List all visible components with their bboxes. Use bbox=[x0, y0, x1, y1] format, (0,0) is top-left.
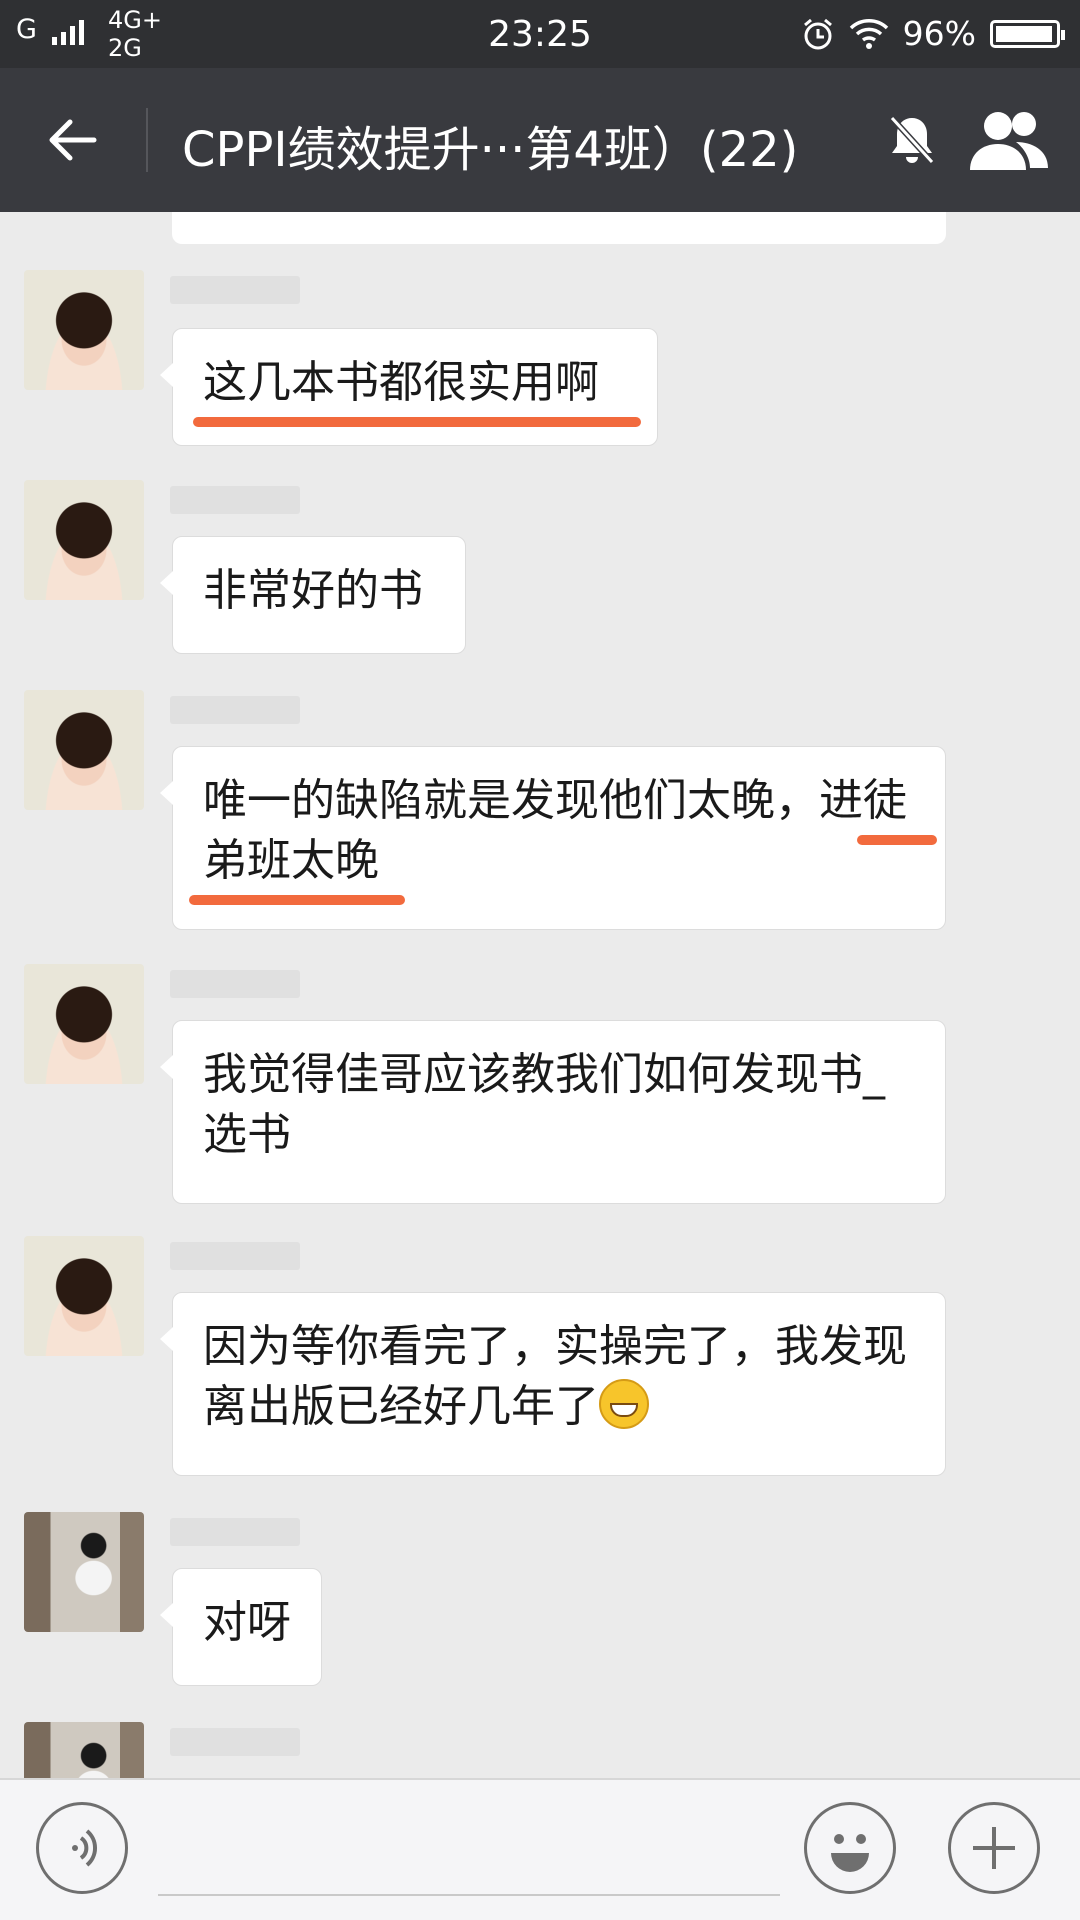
message-text: 对呀 bbox=[203, 1597, 291, 1648]
back-arrow-icon[interactable] bbox=[44, 112, 100, 168]
grinning-face-icon bbox=[599, 1379, 649, 1429]
plus-icon bbox=[973, 1827, 1015, 1869]
battery-percent: 96% bbox=[902, 14, 976, 53]
status-bar: G 4G+ 2G 23:25 96% bbox=[0, 0, 1080, 68]
message-input[interactable] bbox=[158, 1894, 780, 1896]
avatar[interactable] bbox=[24, 964, 144, 1084]
chat-header: CPPI绩效提升···第4班）(22) bbox=[0, 68, 1080, 212]
sender-name-blurred bbox=[170, 1728, 300, 1756]
voice-button[interactable] bbox=[36, 1802, 128, 1894]
annotation-underline bbox=[857, 835, 937, 845]
message-text: 这几本书都很实用啊 bbox=[203, 357, 599, 408]
avatar[interactable] bbox=[24, 1236, 144, 1356]
avatar[interactable] bbox=[24, 690, 144, 810]
mute-bell-icon[interactable] bbox=[880, 108, 944, 172]
avatar[interactable] bbox=[24, 1722, 144, 1778]
message-bubble[interactable]: 非常好的书 bbox=[160, 536, 466, 654]
sender-name-blurred bbox=[170, 1518, 300, 1546]
sender-name-blurred bbox=[170, 486, 300, 514]
message-text: 唯一的缺陷就是发现他们太晚，进徒弟班太晚 bbox=[203, 775, 907, 886]
message-bubble[interactable]: 这几本书都很实用啊 bbox=[160, 328, 658, 446]
header-divider bbox=[146, 108, 148, 172]
annotation-underline bbox=[193, 417, 641, 427]
message-bubble[interactable]: 我觉得佳哥应该教我们如何发现书_选书 bbox=[160, 1020, 946, 1204]
avatar[interactable] bbox=[24, 270, 144, 390]
wifi-icon bbox=[849, 18, 888, 49]
sender-name-blurred bbox=[170, 970, 300, 998]
message-text: 非常好的书 bbox=[203, 565, 423, 616]
chat-title: CPPI绩效提升···第4班）(22) bbox=[182, 122, 799, 178]
avatar[interactable] bbox=[24, 480, 144, 600]
sender-name-blurred bbox=[170, 696, 300, 724]
previous-message-bubble[interactable] bbox=[172, 212, 946, 244]
message-bubble[interactable]: 唯一的缺陷就是发现他们太晚，进徒弟班太晚 bbox=[160, 746, 946, 930]
alarm-icon bbox=[803, 18, 832, 49]
sender-name-blurred bbox=[170, 276, 300, 304]
battery-icon bbox=[990, 19, 1065, 48]
message-text: 我觉得佳哥应该教我们如何发现书_选书 bbox=[203, 1049, 885, 1160]
group-members-icon[interactable] bbox=[964, 106, 1054, 174]
message-list[interactable]: 这几本书都很实用啊 非常好的书 唯一的缺陷就是发现他们太晚，进徒弟班太晚 我觉得… bbox=[0, 212, 1080, 1778]
emoji-button[interactable] bbox=[804, 1802, 896, 1894]
annotation-underline bbox=[189, 895, 405, 905]
message-bubble[interactable]: 因为等你看完了，实操完了，我发现离出版已经好几年了 bbox=[160, 1292, 946, 1476]
status-right: 96% bbox=[801, 14, 1065, 53]
input-bar bbox=[0, 1778, 1080, 1920]
message-bubble[interactable]: 对呀 bbox=[160, 1568, 322, 1686]
more-button[interactable] bbox=[948, 1802, 1040, 1894]
avatar[interactable] bbox=[24, 1512, 144, 1632]
message-text: 因为等你看完了，实操完了，我发现离出版已经好几年了 bbox=[203, 1321, 907, 1432]
emoji-icon bbox=[831, 1834, 869, 1872]
sender-name-blurred bbox=[170, 1242, 300, 1270]
voice-icon bbox=[72, 1829, 98, 1867]
